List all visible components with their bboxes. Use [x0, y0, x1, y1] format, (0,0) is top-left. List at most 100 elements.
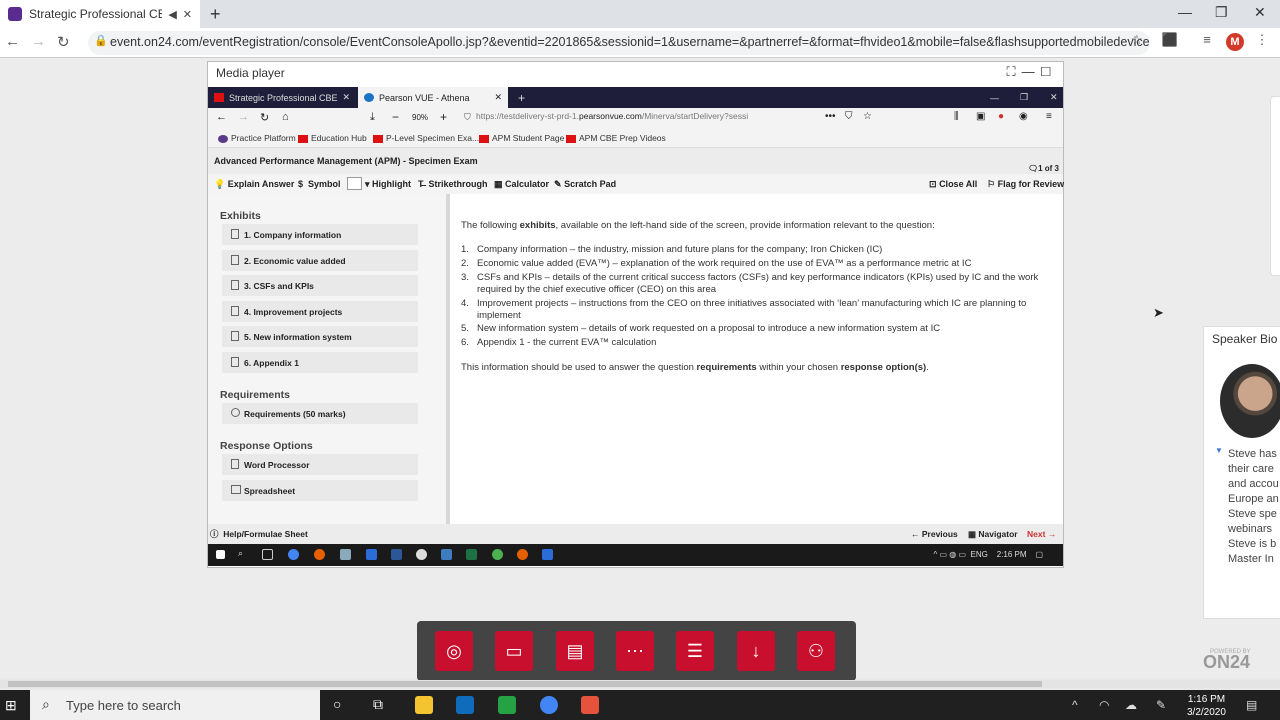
exhibit-csfs-and-kpis[interactable]: 3. CSFs and KPIs: [222, 275, 418, 296]
help-lifebuoy-icon[interactable]: ◎: [435, 631, 473, 671]
pen-icon[interactable]: ✎: [1156, 698, 1166, 712]
reload-icon[interactable]: ↻: [57, 33, 70, 51]
chrome-icon[interactable]: [288, 549, 299, 560]
app-icon[interactable]: [340, 549, 351, 560]
inner-clock[interactable]: 2:16 PM: [997, 550, 1027, 559]
back-icon[interactable]: ←: [5, 33, 20, 50]
excel-icon[interactable]: [466, 549, 477, 560]
notification-icon[interactable]: ▤: [1246, 698, 1257, 712]
exhibit-new-information-system[interactable]: 5. New information system: [222, 326, 418, 347]
bookmark-star-icon[interactable]: ☆: [863, 111, 872, 122]
chrome-icon[interactable]: [540, 696, 558, 714]
flag-for-review-button[interactable]: ⚐ Flag for Review: [987, 179, 1064, 190]
bookmark-star-icon[interactable]: ☆: [1128, 32, 1146, 50]
minimize-player-icon[interactable]: —: [1022, 64, 1041, 79]
windows-start-icon[interactable]: [216, 550, 225, 559]
exhibit-economic-value-added[interactable]: 2. Economic value added: [222, 250, 418, 271]
camtasia-recorder-icon[interactable]: [581, 696, 599, 714]
highlight-color-swatch[interactable]: [347, 177, 362, 190]
camtasia-icon[interactable]: [498, 696, 516, 714]
language-indicator[interactable]: ENG: [971, 550, 988, 559]
maximize-player-icon[interactable]: ☐: [1041, 64, 1057, 79]
bookmark-practice-platform[interactable]: Practice Platform: [218, 133, 296, 143]
search-icon[interactable]: ⌕: [238, 548, 249, 559]
firefox-tab-cbe[interactable]: Strategic Professional CBE spec ✕: [208, 87, 356, 108]
bookmark-p-level-specimen[interactable]: P-Level Specimen Exa...: [373, 133, 479, 143]
fullscreen-icon[interactable]: ⛶: [1006, 64, 1021, 79]
browser-tab[interactable]: Strategic Professional CBE - ◀ ✕: [0, 0, 200, 28]
onedrive-icon[interactable]: ☁: [1125, 698, 1137, 712]
symbol-button[interactable]: $ Symbol: [298, 179, 341, 189]
previous-button[interactable]: ← Previous: [911, 529, 958, 539]
new-tab-icon[interactable]: +: [210, 4, 221, 25]
taskbar-search[interactable]: ⌕ Type here to search: [30, 690, 320, 720]
shield-icon[interactable]: ⛉: [464, 112, 471, 123]
navigator-button[interactable]: ▦ Navigator: [968, 529, 1018, 540]
help-formulae-button[interactable]: ⓘ Help/Formulae Sheet: [210, 528, 308, 540]
people-icon[interactable]: ⚇: [797, 631, 835, 671]
cortana-icon[interactable]: ○: [333, 696, 341, 712]
file-explorer-icon[interactable]: [415, 696, 433, 714]
firefox-icon[interactable]: [517, 549, 528, 560]
explain-answer-button[interactable]: 💡 Explain Answer: [214, 179, 294, 190]
response-spreadsheet[interactable]: Spreadsheet: [222, 480, 418, 501]
zoom-out-icon[interactable]: −: [392, 110, 399, 124]
zoom-level[interactable]: 90%: [412, 113, 428, 122]
response-word-processor[interactable]: Word Processor: [222, 454, 418, 475]
avatar[interactable]: M: [1226, 33, 1244, 51]
qa-chat-icon[interactable]: ⋯: [616, 631, 654, 671]
app-icon[interactable]: [441, 549, 452, 560]
windows-start-icon[interactable]: ⊞: [5, 697, 17, 714]
exhibit-company-information[interactable]: 1. Company information: [222, 224, 418, 245]
account-icon[interactable]: ◉: [1019, 111, 1028, 122]
pdf-extension-icon[interactable]: ⬛: [1161, 32, 1179, 50]
firefox-icon[interactable]: [314, 549, 325, 560]
clock-app-icon[interactable]: [416, 549, 427, 560]
sidebar-icon[interactable]: ▣: [976, 111, 985, 122]
next-button[interactable]: Next →: [1027, 529, 1056, 539]
app-icon[interactable]: [542, 549, 553, 560]
taskbar-clock[interactable]: 1:16 PM 3/2/2020: [1187, 693, 1226, 719]
close-tab-icon[interactable]: ✕: [494, 92, 502, 103]
menu-icon[interactable]: ≡: [1046, 111, 1052, 122]
app-icon[interactable]: [492, 549, 503, 560]
minimize-icon[interactable]: —: [1178, 4, 1192, 20]
back-icon[interactable]: ←: [216, 111, 227, 123]
outlook-icon[interactable]: [456, 696, 474, 714]
close-all-button[interactable]: ⊡ Close All: [929, 179, 977, 190]
pocket-icon[interactable]: ⛉: [845, 111, 853, 122]
firefox-tab-pearson[interactable]: Pearson VUE - Athena ✕: [358, 87, 508, 108]
expand-arrow-icon[interactable]: ▼: [1215, 446, 1223, 455]
requirements-item[interactable]: Requirements (50 marks): [222, 403, 418, 424]
bookmark-education-hub[interactable]: Education Hub: [298, 133, 367, 143]
extension-icon[interactable]: ●: [998, 111, 1004, 122]
close-tab-icon[interactable]: ✕: [183, 8, 192, 21]
tray-expand-icon[interactable]: ^: [1072, 698, 1078, 712]
forward-icon[interactable]: →: [238, 111, 249, 123]
close-tab-icon[interactable]: ✕: [342, 92, 350, 103]
new-tab-icon[interactable]: +: [512, 87, 531, 108]
notification-icon[interactable]: ▢: [1035, 550, 1043, 559]
wifi-icon[interactable]: ◠: [1099, 698, 1109, 712]
library-icon[interactable]: ⫼: [954, 111, 959, 122]
download-icon[interactable]: ↓: [737, 631, 775, 671]
scrollbar-thumb[interactable]: [8, 681, 1042, 687]
restore-icon[interactable]: ❐: [1215, 4, 1228, 21]
page-actions-icon[interactable]: •••: [825, 111, 836, 122]
highlight-button[interactable]: ▾ Highlight: [365, 179, 411, 190]
reload-icon[interactable]: ↻: [260, 111, 269, 124]
close-window-icon[interactable]: ✕: [1254, 4, 1266, 21]
restore-icon[interactable]: ❐: [1014, 87, 1034, 108]
app-icon[interactable]: [366, 549, 377, 560]
presentation-icon[interactable]: ▭: [495, 631, 533, 671]
firefox-url-bar[interactable]: https://testdelivery-st-prd-1.pearsonvue…: [476, 111, 826, 127]
menu-icon[interactable]: ⋮: [1253, 32, 1271, 50]
scratch-pad-button[interactable]: ✎ Scratch Pad: [554, 179, 616, 190]
zoom-in-icon[interactable]: +: [440, 110, 447, 124]
exhibit-improvement-projects[interactable]: 4. Improvement projects: [222, 301, 418, 322]
bookmark-apm-student-page[interactable]: APM Student Page: [479, 133, 564, 143]
resources-list-icon[interactable]: ☰: [676, 631, 714, 671]
strikethrough-button[interactable]: T̶ Strikethrough: [418, 179, 488, 189]
download-icon[interactable]: ⤓: [370, 111, 375, 124]
mute-icon[interactable]: ◀: [168, 8, 176, 21]
